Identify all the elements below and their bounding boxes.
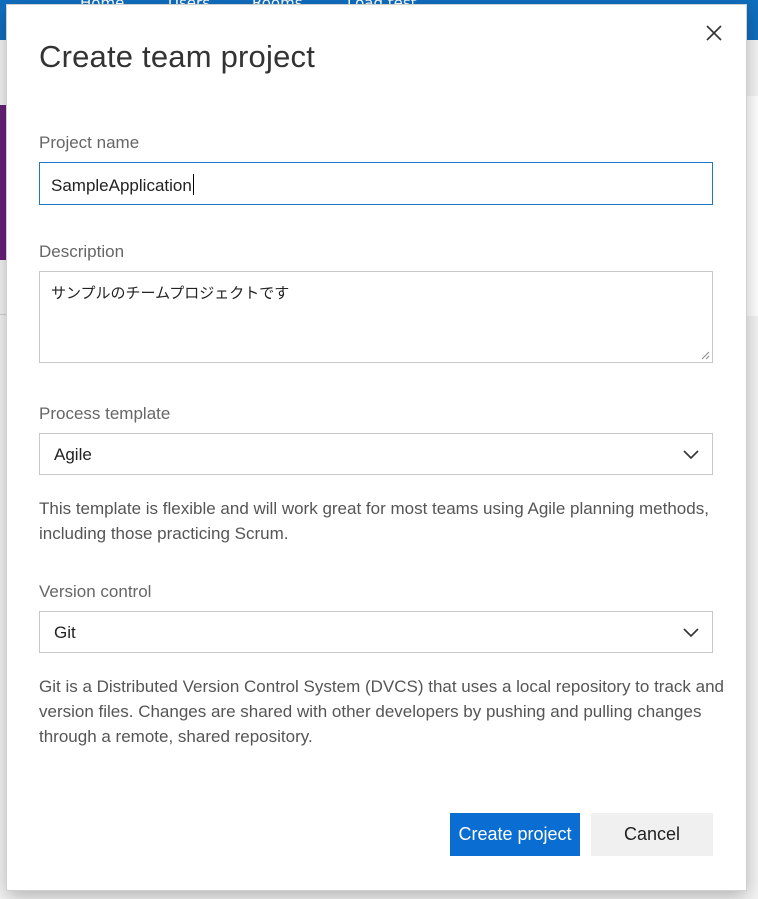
- project-name-value: SampleApplication: [51, 176, 192, 195]
- dialog-title: Create team project: [39, 39, 316, 74]
- close-button[interactable]: [701, 20, 727, 46]
- project-name-label: Project name: [39, 133, 140, 152]
- cancel-button[interactable]: Cancel: [591, 813, 713, 856]
- text-caret: [192, 174, 194, 195]
- process-template-value: Agile: [54, 445, 92, 464]
- description-textarea[interactable]: サンプルのチームプロジェクトです: [39, 271, 713, 363]
- version-control-value: Git: [54, 623, 76, 642]
- description-label: Description: [39, 242, 125, 261]
- process-template-help: This template is flexible and will work …: [39, 499, 709, 543]
- project-name-input[interactable]: SampleApplication: [39, 162, 713, 205]
- process-template-dropdown[interactable]: Agile: [39, 433, 713, 475]
- description-value: サンプルのチームプロジェクトです: [51, 284, 290, 302]
- chevron-down-icon: [683, 450, 699, 460]
- chevron-down-icon: [683, 628, 699, 638]
- create-project-button[interactable]: Create project: [450, 813, 580, 856]
- close-icon: [706, 25, 722, 41]
- background-tile: [0, 105, 6, 260]
- background-card: [744, 96, 758, 316]
- version-control-help: Git is a Distributed Version Control Sys…: [39, 677, 724, 746]
- version-control-label: Version control: [39, 582, 152, 601]
- process-template-label: Process template: [39, 404, 171, 423]
- create-team-project-dialog: Create team project Project name SampleA…: [7, 5, 746, 890]
- version-control-dropdown[interactable]: Git: [39, 611, 713, 653]
- resize-grip-icon[interactable]: [700, 350, 710, 360]
